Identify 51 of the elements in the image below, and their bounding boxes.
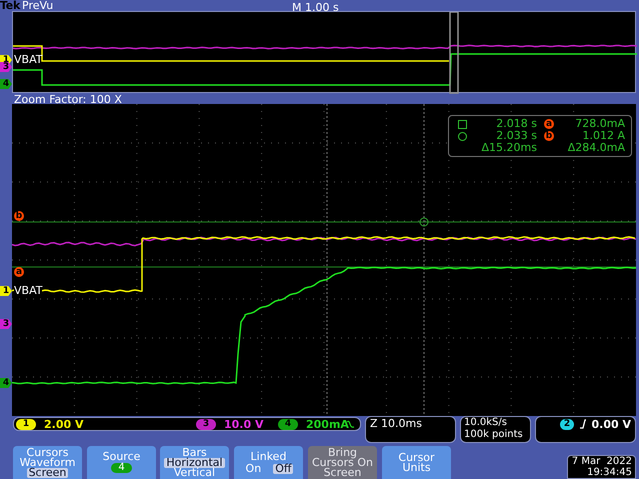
cursor-label: b	[544, 131, 554, 141]
trigger-level: 0.00 V	[592, 419, 631, 431]
menu-button[interactable]: Cursors Waveform Screen	[13, 446, 82, 479]
trigger-source-badge: 2	[560, 419, 574, 430]
menu-title: Linked	[250, 452, 286, 462]
channel-marker[interactable]: 1	[0, 286, 12, 296]
cursor-intersection-icon	[420, 218, 428, 226]
channel-marker[interactable]: 3	[0, 62, 12, 72]
channel-badge: 4	[278, 419, 298, 430]
cursor-line[interactable]	[326, 104, 328, 416]
channel-marker[interactable]: 4	[0, 79, 12, 89]
menu-option[interactable]: Screen	[26, 468, 68, 478]
menu-button[interactable]: Linked On Off	[234, 446, 303, 479]
channel-marker[interactable]: 3	[0, 319, 12, 329]
menu-button[interactable]: Bars Horizontal Vertical	[160, 446, 229, 479]
cursor-value-readout: Δ284.0mA	[566, 142, 625, 154]
cursor-line[interactable]	[12, 266, 636, 268]
channel-badge: 3	[196, 419, 216, 430]
acquisition-text: 100k points	[464, 429, 524, 441]
trace-label: VBAT	[14, 285, 42, 296]
cursor-time-readout: 2.018 s	[495, 118, 537, 130]
trace-label: VBAT	[14, 54, 42, 65]
cursor-label: a	[544, 119, 554, 129]
rising-edge-icon	[580, 419, 586, 429]
acquisition-text: 10.0kS/s	[464, 417, 508, 429]
menu-title: Cursors	[26, 448, 68, 458]
square-cursor-icon	[458, 120, 466, 128]
zoom-factor-label: Zoom Factor: 100 X	[14, 94, 122, 105]
menu-title: Source	[102, 452, 140, 462]
cursor-value-readout: 728.0mA	[574, 118, 625, 130]
brand-logo: Tek	[0, 0, 20, 11]
horizontal-readout[interactable]: Z 10.0ms	[365, 416, 456, 443]
prevu-label: PreVu	[22, 0, 54, 11]
datetime-text: 7 Mar 2022	[572, 456, 632, 467]
circle-cursor-icon	[458, 132, 466, 140]
channel-scale: 2.00 V	[44, 419, 84, 430]
cursor-time-readout: Δ15.20ms	[480, 142, 537, 154]
channel-badge: 1	[16, 419, 36, 430]
channel-readout-bar[interactable]: 1 2.00 V 3 10.0 V 4 200mA	[13, 417, 361, 431]
menu-option[interactable]: Horizontal	[164, 458, 225, 468]
channel-scale: 10.0 V	[224, 419, 264, 430]
cursor-value-readout: 1.012 A	[581, 130, 625, 142]
timebase-readout: M 1.00 s	[292, 0, 339, 16]
menu-option[interactable]: Off	[273, 464, 294, 474]
menu-title: Bars	[182, 448, 207, 458]
channel-marker[interactable]: 4	[0, 378, 12, 388]
cursor-time-readout: 2.033 s	[495, 130, 537, 142]
acquisition-readout[interactable]: 10.0kS/s 100k points	[460, 416, 531, 443]
datetime-text: 19:34:45	[587, 467, 632, 478]
trigger-readout[interactable]: 2 0.00 V	[535, 416, 636, 443]
channel-scale: 200mA	[306, 419, 349, 430]
